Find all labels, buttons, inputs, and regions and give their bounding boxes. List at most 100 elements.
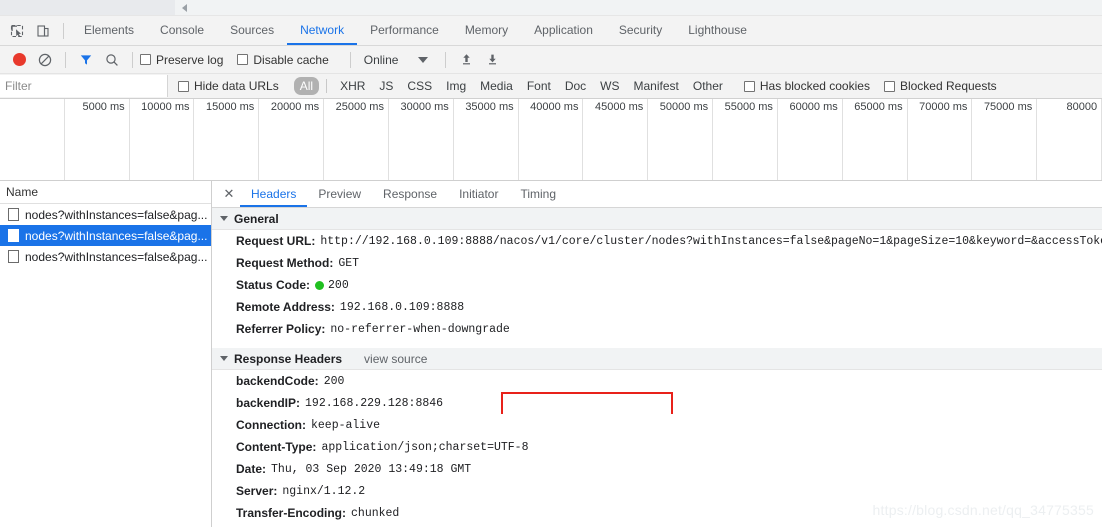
ruler-cell: 15000 ms — [194, 99, 260, 180]
table-row[interactable]: nodes?withInstances=false&pag... — [0, 225, 211, 246]
ruler-tick-label: 80000 — [1066, 101, 1098, 113]
devtools-tabbar: Elements Console Sources Network Perform… — [0, 16, 1102, 46]
ruler-tick-label: 45000 ms — [594, 101, 644, 113]
preserve-log-box[interactable] — [140, 54, 151, 65]
inspect-element-icon[interactable] — [4, 19, 30, 43]
filter-funnel-icon[interactable] — [73, 49, 99, 71]
document-icon — [8, 250, 19, 263]
import-har-icon[interactable] — [453, 49, 479, 71]
tab-application[interactable]: Application — [521, 16, 606, 45]
toolbar-divider-4 — [445, 51, 447, 68]
chevron-down-icon[interactable] — [418, 56, 429, 63]
general-remote-address-row: Remote Address: 192.168.0.109:8888 — [212, 296, 1102, 318]
request-list: Name nodes?withInstances=false&pag... no… — [0, 181, 212, 527]
filter-type-other[interactable]: Other — [687, 77, 729, 95]
ruler-cell: 70000 ms — [908, 99, 973, 180]
header-backendip-row: backendIP: 192.168.229.128:8846 — [212, 392, 1102, 414]
has-blocked-cookies-label: Has blocked cookies — [759, 79, 870, 93]
header-date-row: Date: Thu, 03 Sep 2020 13:49:18 GMT — [212, 458, 1102, 480]
hide-data-urls-checkbox[interactable]: Hide data URLs — [178, 79, 279, 93]
export-har-icon[interactable] — [479, 49, 505, 71]
details-tabbar: ✕ Headers Preview Response Initiator Tim… — [212, 181, 1102, 208]
window-top-strip — [0, 0, 1102, 16]
request-method-value: GET — [338, 256, 360, 270]
content-type-value: application/json;charset=UTF-8 — [321, 440, 529, 454]
ruler-tick-label: 60000 ms — [789, 101, 838, 113]
table-row[interactable]: nodes?withInstances=false&pag... — [0, 204, 211, 225]
browser-tab-stub — [0, 0, 175, 15]
filter-type-ws[interactable]: WS — [594, 77, 625, 95]
tab-headers[interactable]: Headers — [240, 181, 308, 207]
filter-type-media[interactable]: Media — [474, 77, 519, 95]
request-url-value[interactable]: http://192.168.0.109:8888/nacos/v1/core/… — [320, 235, 1102, 248]
general-section-header[interactable]: General — [212, 208, 1102, 230]
tab-preview[interactable]: Preview — [307, 181, 372, 207]
disable-cache-checkbox[interactable]: Disable cache — [237, 52, 329, 67]
ruler-tick-label: 20000 ms — [270, 101, 320, 113]
request-list-column-header[interactable]: Name — [0, 181, 211, 204]
tab-memory[interactable]: Memory — [452, 16, 521, 45]
network-split: Name nodes?withInstances=false&pag... no… — [0, 181, 1102, 527]
ruler-tick-label: 50000 ms — [659, 101, 709, 113]
general-section-title: General — [234, 211, 279, 226]
ruler-tick-label: 25000 ms — [335, 101, 384, 113]
hide-data-urls-box[interactable] — [178, 80, 189, 92]
tab-network[interactable]: Network — [287, 16, 358, 45]
tab-security[interactable]: Security — [606, 16, 675, 45]
hide-data-urls-label: Hide data URLs — [194, 79, 279, 93]
transfer-encoding-key: Transfer-Encoding: — [236, 506, 347, 520]
view-source-link[interactable]: view source — [364, 352, 427, 366]
tab-console[interactable]: Console — [147, 16, 217, 45]
tab-timing[interactable]: Timing — [509, 181, 567, 207]
filter-type-js[interactable]: JS — [373, 77, 399, 95]
ruler-tick-label: 40000 ms — [530, 101, 579, 113]
status-code-key: Status Code: — [236, 278, 311, 292]
document-icon — [8, 208, 19, 221]
ruler-cell: 65000 ms — [843, 99, 908, 180]
device-toolbar-icon[interactable] — [30, 19, 56, 43]
filter-input[interactable] — [0, 75, 168, 97]
throttling-select[interactable]: Online — [358, 53, 405, 67]
collapse-left-triangle-icon[interactable] — [182, 4, 187, 12]
filter-type-font[interactable]: Font — [521, 77, 557, 95]
toolbar-divider-3 — [349, 51, 351, 68]
backendcode-value: 200 — [323, 374, 345, 388]
table-row[interactable]: nodes?withInstances=false&pag... — [0, 246, 211, 267]
has-blocked-cookies-checkbox[interactable]: Has blocked cookies — [743, 79, 870, 93]
ruler-cell: 75000 ms — [972, 99, 1038, 180]
transfer-encoding-value: chunked — [351, 506, 400, 520]
filter-type-xhr[interactable]: XHR — [334, 77, 371, 95]
disable-cache-box[interactable] — [237, 54, 249, 65]
search-icon[interactable] — [99, 49, 125, 71]
network-overview-timeline[interactable]: 5000 ms 10000 ms 15000 ms 20000 ms 25000… — [0, 99, 1102, 181]
blocked-requests-box[interactable] — [883, 80, 895, 92]
disable-cache-label: Disable cache — [253, 52, 329, 67]
filter-type-doc[interactable]: Doc — [559, 77, 592, 95]
tab-performance[interactable]: Performance — [357, 16, 452, 45]
filter-type-all[interactable]: All — [293, 77, 320, 95]
tab-response[interactable]: Response — [372, 181, 448, 207]
clear-icon[interactable] — [32, 49, 58, 71]
response-headers-section-header[interactable]: Response Headers view source — [212, 348, 1102, 370]
preserve-log-checkbox[interactable]: Preserve log — [140, 53, 223, 67]
close-icon[interactable]: ✕ — [218, 181, 240, 207]
filter-type-css[interactable]: CSS — [401, 77, 438, 95]
ruler-tick-label: 75000 ms — [983, 101, 1033, 113]
filter-type-manifest[interactable]: Manifest — [628, 77, 685, 95]
ruler-cell — [0, 99, 65, 180]
has-blocked-cookies-box[interactable] — [743, 80, 755, 92]
record-stop-icon[interactable] — [6, 49, 32, 71]
server-value: nginx/1.12.2 — [282, 484, 366, 498]
tab-elements[interactable]: Elements — [71, 16, 147, 45]
blocked-requests-checkbox[interactable]: Blocked Requests — [883, 79, 997, 93]
tab-lighthouse[interactable]: Lighthouse — [675, 16, 760, 45]
server-key: Server: — [236, 484, 278, 498]
header-server-row: Server: nginx/1.12.2 — [212, 480, 1102, 502]
filter-type-img[interactable]: Img — [440, 77, 472, 95]
ruler-cell: 35000 ms — [454, 99, 519, 180]
tab-sources[interactable]: Sources — [217, 16, 287, 45]
network-toolbar: Preserve log Disable cache Online — [0, 46, 1102, 74]
tab-initiator[interactable]: Initiator — [448, 181, 509, 207]
date-key: Date: — [236, 462, 267, 476]
ruler-cell: 80000 — [1037, 99, 1102, 180]
